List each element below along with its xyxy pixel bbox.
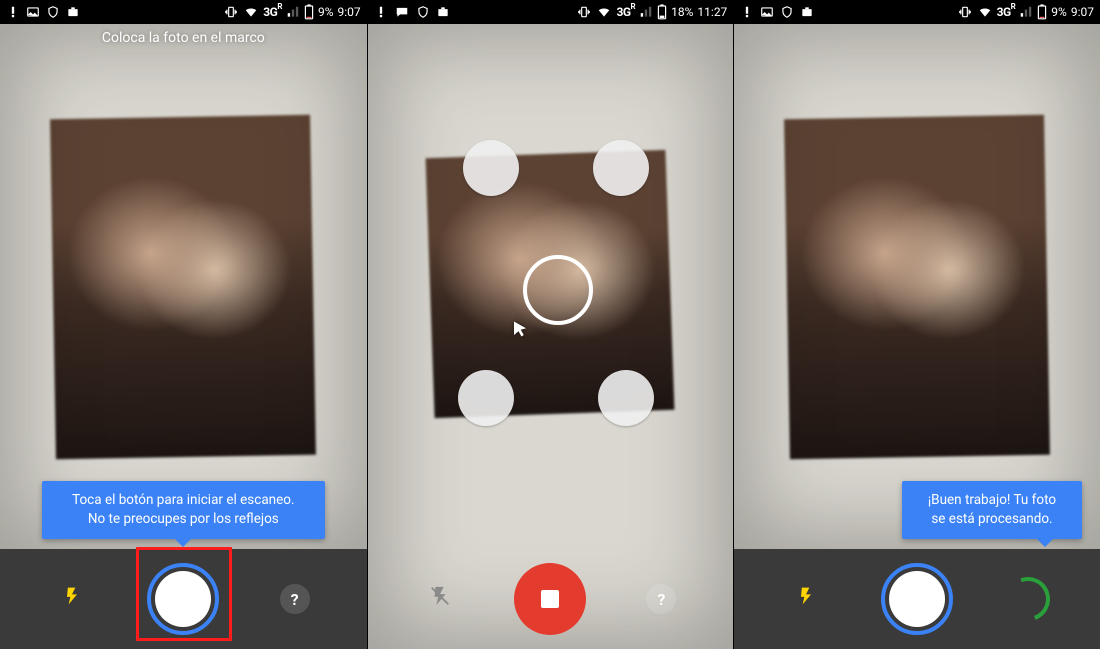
bottom-bar [734, 549, 1100, 649]
battery-icon [1037, 4, 1047, 20]
battery-percent: 9% [318, 5, 334, 19]
screen-2: 3GR 18% 11:27 [367, 0, 734, 649]
shield-icon [780, 5, 794, 19]
scan-center-ring [523, 255, 593, 325]
battery-percent: 18% [671, 5, 693, 19]
start-scan-tooltip: Toca el botón para iniciar el escaneo. N… [42, 481, 325, 539]
help-button[interactable]: ? [280, 584, 310, 614]
tooltip-line1: Toca el botón para iniciar el escaneo. [56, 491, 311, 510]
stop-scan-button[interactable] [514, 563, 586, 635]
shutter-button[interactable] [881, 563, 953, 635]
vibrate-icon [957, 5, 973, 19]
bottom-bar: ? [368, 549, 734, 649]
image-icon [26, 5, 40, 19]
tooltip-line1: ¡Buen trabajo! Tu foto [916, 491, 1068, 510]
network-label: 3GR [997, 5, 1016, 19]
help-button[interactable]: ? [646, 584, 676, 614]
flash-toggle-button[interactable] [62, 582, 82, 616]
warning-icon [740, 5, 754, 19]
scan-target-top-left [463, 140, 519, 196]
wifi-icon [596, 5, 612, 19]
battery-percent: 9% [1051, 5, 1067, 19]
cursor-icon [511, 320, 529, 342]
photo-preview [50, 114, 316, 458]
status-right: 3GR 18% 11:27 [576, 4, 727, 20]
clock: 11:27 [697, 5, 727, 19]
shield-icon [46, 5, 60, 19]
status-left-icons [374, 5, 450, 19]
processing-tooltip: ¡Buen trabajo! Tu foto se está procesand… [902, 481, 1082, 539]
battery-icon [304, 4, 314, 20]
message-icon [394, 5, 410, 19]
instruction-title: Coloca la foto en el marco [0, 30, 367, 46]
camera-viewfinder[interactable] [0, 24, 367, 549]
signal-icon [639, 5, 653, 19]
image-icon [760, 5, 774, 19]
briefcase-icon [800, 5, 814, 19]
status-left-icons [740, 5, 814, 19]
clock: 9:07 [338, 5, 361, 19]
battery-icon [657, 4, 667, 20]
processing-spinner [999, 570, 1057, 628]
triptych: 3GR 9% 9:07 Coloca la foto en el marco T… [0, 0, 1100, 649]
wifi-icon [243, 5, 259, 19]
scan-target-bottom-right [598, 370, 654, 426]
status-bar: 3GR 9% 9:07 [734, 0, 1100, 24]
shield-icon [416, 5, 430, 19]
vibrate-icon [223, 5, 239, 19]
network-label: 3GR [616, 5, 635, 19]
screen-3: 3GR 9% 9:07 ¡Buen trabajo! Tu foto se es… [733, 0, 1100, 649]
flash-disabled-icon[interactable] [429, 583, 451, 615]
signal-icon [1019, 5, 1033, 19]
status-right: 3GR 9% 9:07 [957, 4, 1094, 20]
camera-viewfinder[interactable] [734, 24, 1100, 549]
scan-target-bottom-left [458, 370, 514, 426]
briefcase-icon [436, 5, 450, 19]
network-label: 3GR [263, 5, 282, 19]
wifi-icon [977, 5, 993, 19]
status-bar: 3GR 18% 11:27 [368, 0, 734, 24]
signal-icon [286, 5, 300, 19]
photo-preview [784, 114, 1050, 458]
scan-target-top-right [593, 140, 649, 196]
warning-icon [6, 5, 20, 19]
clock: 9:07 [1071, 5, 1094, 19]
briefcase-icon [66, 5, 80, 19]
flash-toggle-button[interactable] [796, 582, 816, 616]
tooltip-line2: No te preocupes por los reflejos [56, 510, 311, 529]
vibrate-icon [576, 5, 592, 19]
stop-icon [541, 590, 559, 608]
status-bar: 3GR 9% 9:07 [0, 0, 367, 24]
tutorial-highlight-box [136, 547, 232, 641]
status-right: 3GR 9% 9:07 [223, 4, 360, 20]
tooltip-line2: se está procesando. [916, 510, 1068, 529]
warning-icon [374, 5, 388, 19]
status-left-icons [6, 5, 80, 19]
screen-1: 3GR 9% 9:07 Coloca la foto en el marco T… [0, 0, 367, 649]
